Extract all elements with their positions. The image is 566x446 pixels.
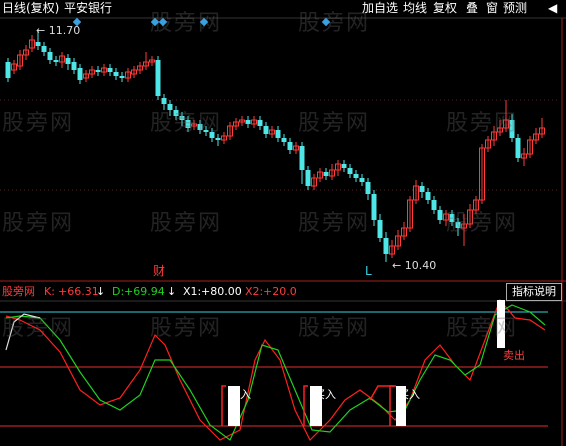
candle-body	[41, 46, 47, 52]
candle-body	[53, 60, 59, 62]
candle-body	[305, 170, 311, 186]
candle-body	[119, 76, 125, 78]
low-marker: L	[365, 264, 372, 278]
d-label: D:	[112, 285, 125, 298]
candle-body	[353, 174, 359, 178]
candle-body	[5, 62, 11, 78]
candle-body	[65, 58, 71, 64]
signal-bracket	[389, 385, 394, 426]
candle-body	[383, 238, 389, 254]
d-line	[5, 304, 546, 441]
candles	[5, 30, 545, 262]
buy-label: 买入	[398, 388, 420, 401]
signal-bracket	[369, 385, 396, 401]
candle-body	[449, 214, 455, 222]
candle-body	[377, 220, 383, 238]
sell-label: 卖出	[503, 349, 525, 362]
finance-marker[interactable]: 财	[153, 262, 165, 279]
signal-bar	[497, 300, 505, 348]
candle-body	[323, 172, 329, 176]
high-price-label: ← 11.70	[36, 24, 81, 37]
candle-body	[95, 70, 101, 72]
x1-value: +80.00	[201, 285, 242, 298]
candle-body	[281, 138, 287, 142]
down-arrow-icon: ↓	[167, 285, 177, 298]
down-arrow-icon: ↓	[96, 285, 106, 298]
candle-body	[215, 138, 221, 140]
candle-body	[77, 68, 83, 80]
candle-body	[371, 194, 377, 220]
candle-body	[209, 132, 215, 138]
candle-body	[245, 120, 251, 124]
candle-body	[359, 178, 365, 182]
candle-body	[197, 124, 203, 130]
candle-body	[347, 168, 353, 174]
candle-body	[161, 98, 167, 104]
candle-body	[203, 130, 209, 132]
x1-label: X1:	[183, 285, 202, 298]
candle-body	[299, 146, 305, 170]
candle-body	[365, 182, 371, 194]
candle-body	[107, 68, 113, 72]
candle-body	[155, 60, 161, 96]
candle-body	[437, 210, 443, 220]
j-line-start	[5, 313, 41, 351]
buy-label: 买入	[229, 388, 251, 401]
indicator-panel	[0, 298, 548, 442]
candle-body	[515, 138, 521, 158]
k-line	[5, 298, 546, 442]
candle-body	[113, 72, 119, 76]
candle-body	[419, 186, 425, 192]
candle-body	[509, 120, 515, 138]
x2-label: X2:	[245, 285, 264, 298]
chart-grid	[0, 17, 566, 446]
candle-body	[275, 130, 281, 138]
signal-bracket	[221, 385, 226, 426]
candle-body	[431, 200, 437, 210]
candle-body	[47, 52, 53, 60]
d-value: +69.94	[124, 285, 165, 298]
k-label: K:	[44, 285, 55, 298]
kline-chart	[0, 17, 566, 446]
candle-body	[341, 164, 347, 168]
candle-body	[257, 120, 263, 126]
candle-body	[287, 142, 293, 150]
candle-body	[71, 62, 77, 70]
candle-body	[263, 126, 269, 134]
indicator-explain-button[interactable]: 指标说明	[506, 283, 562, 301]
candle-body	[179, 116, 185, 120]
candle-body	[185, 120, 191, 128]
indicator-name: 股旁网	[2, 285, 35, 298]
x2-value: +20.0	[263, 285, 297, 298]
candle-body	[425, 192, 431, 200]
candle-body	[455, 222, 461, 228]
candle-body	[173, 110, 179, 116]
low-price-label: ← 10.40	[392, 259, 437, 272]
indicator-header: 股旁网 K: +66.31 ↓ D: +69.94 ↓ X1: +80.00 X…	[0, 283, 566, 301]
candle-body	[167, 104, 173, 110]
k-value: +66.31	[58, 285, 99, 298]
candle-body	[35, 42, 41, 46]
buy-label: 买入	[314, 388, 336, 401]
